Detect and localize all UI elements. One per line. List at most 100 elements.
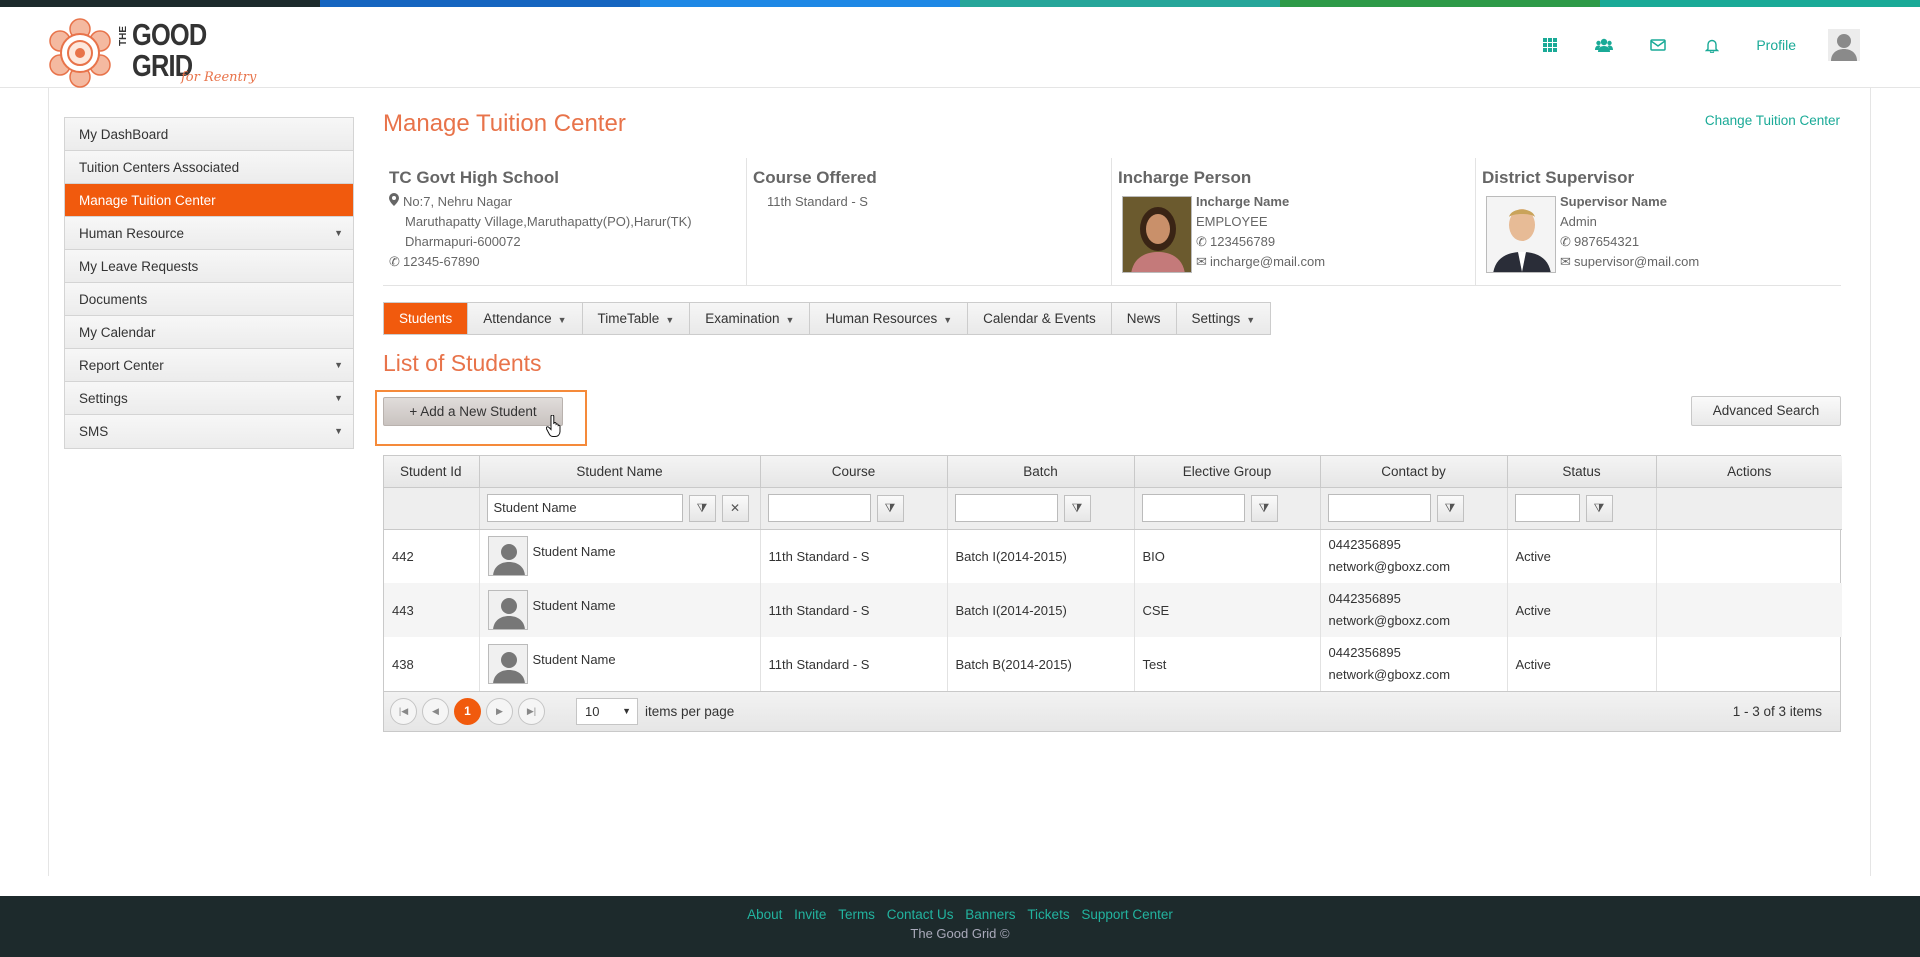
change-tuition-center-link[interactable]: Change Tuition Center bbox=[1705, 113, 1840, 128]
tab-settings[interactable]: Settings ▼ bbox=[1177, 303, 1271, 334]
col-header-contact-by[interactable]: Contact by bbox=[1320, 456, 1508, 488]
sidebar-item-report-center[interactable]: Report Center ▼ bbox=[65, 349, 353, 382]
avatar[interactable] bbox=[1828, 29, 1860, 61]
page-size-select[interactable]: 10 ▼ bbox=[576, 698, 638, 725]
filter-cell-name: Student Name ⧩ ✕ bbox=[479, 487, 761, 530]
sidebar: My DashBoard Tuition Centers Associated … bbox=[64, 117, 354, 449]
sidebar-item-manage-tuition-center[interactable]: Manage Tuition Center bbox=[65, 184, 353, 217]
table-row[interactable]: 438 Student Name 11th Standard - S Batch… bbox=[384, 637, 1842, 691]
tab-label: Calendar & Events bbox=[983, 311, 1096, 326]
tab-news[interactable]: News bbox=[1112, 303, 1177, 334]
logo[interactable]: THE GOOD GRID for Reentry bbox=[46, 17, 266, 91]
incharge-name: Incharge Name bbox=[1196, 194, 1290, 209]
sidebar-item-leave-requests[interactable]: My Leave Requests bbox=[65, 250, 353, 283]
map-marker-icon bbox=[389, 192, 403, 212]
cell-student-name: Student Name bbox=[479, 637, 761, 691]
center-address-line1: No:7, Nehru Nagar bbox=[389, 192, 740, 212]
filter-icon[interactable]: ⧩ bbox=[1250, 494, 1278, 522]
filter-icon[interactable]: ⧩ bbox=[688, 494, 716, 522]
cell-batch: Batch B(2014-2015) bbox=[947, 637, 1135, 691]
col-header-student-name[interactable]: Student Name bbox=[479, 456, 761, 488]
col-header-elective-group[interactable]: Elective Group bbox=[1134, 456, 1321, 488]
footer-link-tickets[interactable]: Tickets bbox=[1027, 907, 1069, 922]
table-row[interactable]: 443 Student Name 11th Standard - S Batch… bbox=[384, 583, 1842, 637]
tab-human-resources[interactable]: Human Resources ▼ bbox=[810, 303, 969, 334]
sidebar-item-tuition-centers[interactable]: Tuition Centers Associated bbox=[65, 151, 353, 184]
prev-page-icon[interactable]: ◀ bbox=[422, 698, 449, 725]
col-header-status[interactable]: Status bbox=[1507, 456, 1657, 488]
cell-status: Active bbox=[1507, 529, 1657, 583]
mail-icon[interactable] bbox=[1648, 35, 1668, 55]
advanced-search-button[interactable]: Advanced Search bbox=[1691, 396, 1841, 426]
incharge-role: EMPLOYEE bbox=[1196, 214, 1268, 229]
center-phone: ✆ 12345-67890 bbox=[389, 252, 740, 272]
tab-timetable[interactable]: TimeTable ▼ bbox=[583, 303, 691, 334]
users-icon[interactable] bbox=[1594, 35, 1614, 55]
filter-status-input[interactable] bbox=[1514, 494, 1580, 522]
sidebar-item-sms[interactable]: SMS ▼ bbox=[65, 415, 353, 448]
first-page-icon[interactable]: |◀ bbox=[390, 698, 417, 725]
profile-link[interactable]: Profile bbox=[1756, 37, 1796, 53]
filter-icon[interactable]: ⧩ bbox=[1436, 494, 1464, 522]
sidebar-item-calendar[interactable]: My Calendar bbox=[65, 316, 353, 349]
envelope-icon: ✉ bbox=[1196, 254, 1207, 269]
footer-link-terms[interactable]: Terms bbox=[838, 907, 875, 922]
next-page-icon[interactable]: ▶ bbox=[486, 698, 513, 725]
clear-filter-icon[interactable]: ✕ bbox=[721, 494, 749, 522]
supervisor-heading: District Supervisor bbox=[1482, 168, 1635, 187]
tab-students[interactable]: Students bbox=[384, 303, 469, 334]
sidebar-item-settings[interactable]: Settings ▼ bbox=[65, 382, 353, 415]
filter-icon[interactable]: ⧩ bbox=[876, 494, 904, 522]
caret-down-icon: ▼ bbox=[622, 706, 631, 716]
cell-contact: 0442356895 network@gboxz.com bbox=[1320, 529, 1508, 583]
apps-icon[interactable] bbox=[1540, 35, 1560, 55]
col-header-course[interactable]: Course bbox=[760, 456, 948, 488]
add-student-button[interactable]: + Add a New Student bbox=[383, 397, 563, 426]
col-header-batch[interactable]: Batch bbox=[947, 456, 1135, 488]
contact-phone: 0442356895 bbox=[1328, 591, 1401, 606]
filter-icon[interactable]: ⧩ bbox=[1585, 494, 1613, 522]
cell-status: Active bbox=[1507, 637, 1657, 691]
filter-icon[interactable]: ⧩ bbox=[1063, 494, 1091, 522]
cell-contact: 0442356895 network@gboxz.com bbox=[1320, 583, 1508, 637]
district-supervisor: District Supervisor Supervisor Name Admi… bbox=[1476, 158, 1841, 286]
filter-contact-input[interactable] bbox=[1327, 494, 1431, 522]
filter-name-input[interactable]: Student Name bbox=[486, 494, 683, 522]
filter-row: Student Name ⧩ ✕ ⧩ ⧩ ⧩ ⧩ ⧩ bbox=[384, 487, 1842, 530]
incharge-person: Incharge Person Incharge Name EMPLOYEE ✆… bbox=[1112, 158, 1476, 286]
footer-link-banners[interactable]: Banners bbox=[965, 907, 1015, 922]
student-avatar bbox=[487, 536, 528, 577]
cell-actions bbox=[1656, 583, 1842, 637]
cell-elective: Test bbox=[1134, 637, 1321, 691]
footer-link-contact[interactable]: Contact Us bbox=[887, 907, 954, 922]
filter-cell-id bbox=[384, 487, 480, 530]
table-row[interactable]: 442 Student Name 11th Standard - S Batch… bbox=[384, 529, 1842, 583]
col-header-student-id[interactable]: Student Id bbox=[384, 456, 480, 488]
filter-batch-input[interactable] bbox=[954, 494, 1058, 522]
sidebar-item-documents[interactable]: Documents bbox=[65, 283, 353, 316]
bell-icon[interactable] bbox=[1702, 35, 1722, 55]
sidebar-item-dashboard[interactable]: My DashBoard bbox=[65, 118, 353, 151]
sidebar-item-label: Manage Tuition Center bbox=[79, 193, 216, 208]
tab-label: Students bbox=[399, 311, 453, 326]
tab-calendar-events[interactable]: Calendar & Events bbox=[968, 303, 1112, 334]
sidebar-item-human-resource[interactable]: Human Resource ▼ bbox=[65, 217, 353, 250]
tab-examination[interactable]: Examination ▼ bbox=[690, 303, 811, 334]
page-number-current[interactable]: 1 bbox=[454, 698, 481, 725]
incharge-photo bbox=[1122, 196, 1192, 273]
tab-attendance[interactable]: Attendance ▼ bbox=[468, 303, 583, 334]
filter-elective-input[interactable] bbox=[1141, 494, 1245, 522]
last-page-icon[interactable]: ▶| bbox=[518, 698, 545, 725]
footer-link-invite[interactable]: Invite bbox=[794, 907, 826, 922]
footer-link-support[interactable]: Support Center bbox=[1081, 907, 1173, 922]
caret-down-icon: ▼ bbox=[785, 315, 795, 325]
filter-course-input[interactable] bbox=[767, 494, 871, 522]
caret-down-icon: ▼ bbox=[334, 393, 343, 403]
tab-label: Attendance bbox=[483, 311, 552, 326]
sidebar-item-label: My Leave Requests bbox=[79, 259, 199, 274]
flower-logo-icon bbox=[49, 18, 111, 88]
supervisor-role: Admin bbox=[1560, 214, 1597, 229]
footer-link-about[interactable]: About bbox=[747, 907, 782, 922]
cell-course: 11th Standard - S bbox=[760, 529, 948, 583]
cell-batch: Batch I(2014-2015) bbox=[947, 583, 1135, 637]
